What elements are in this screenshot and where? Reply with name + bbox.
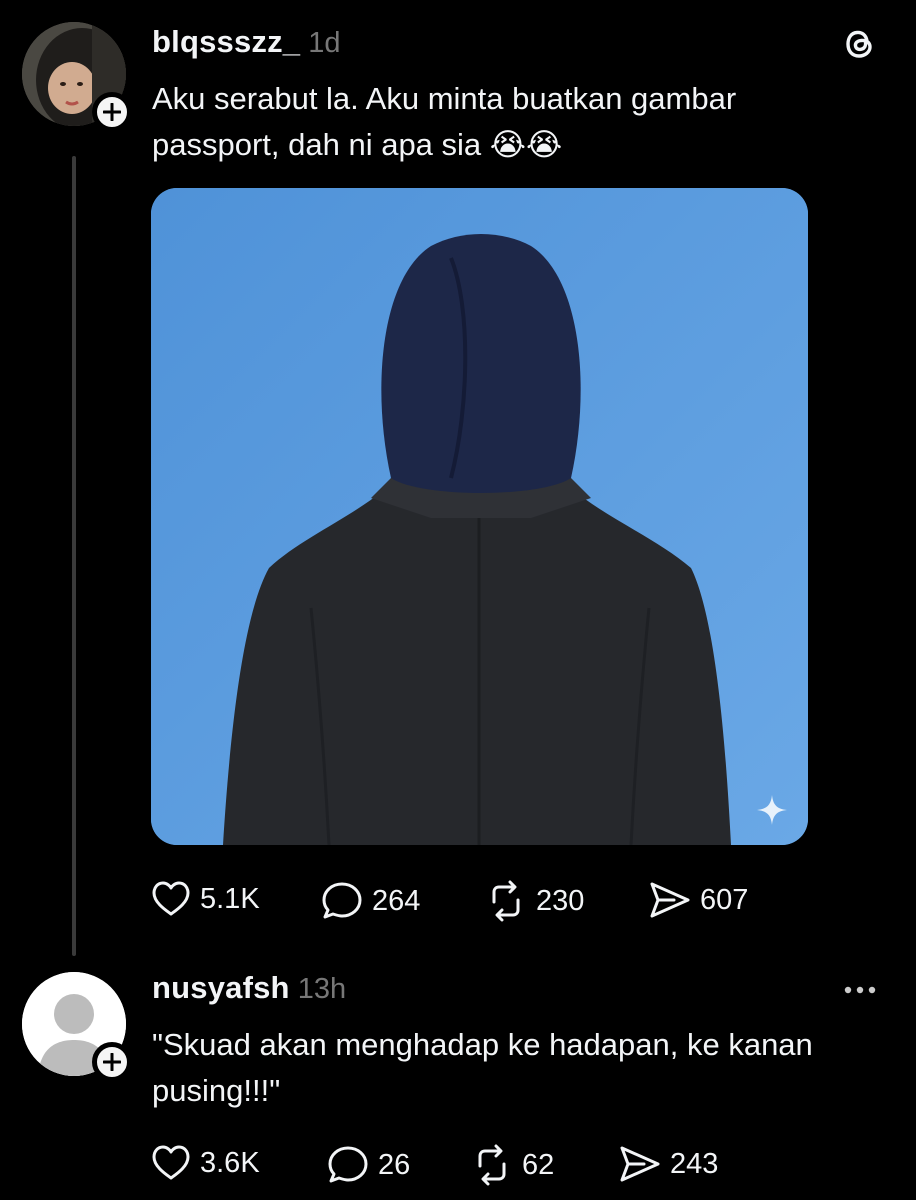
send-icon xyxy=(650,882,690,918)
plus-icon xyxy=(103,1053,121,1071)
comment-count: 26 xyxy=(378,1148,411,1181)
reply-timestamp: 13h xyxy=(297,973,347,1005)
follow-button[interactable] xyxy=(92,1042,132,1082)
more-dots-icon[interactable] xyxy=(840,976,880,1004)
comment-bubble-icon xyxy=(328,1146,368,1183)
heart-icon xyxy=(152,881,190,916)
repost-icon xyxy=(492,880,520,922)
send-icon xyxy=(620,1146,660,1182)
post-username[interactable]: blqssszz_ xyxy=(152,24,300,59)
reply-actions: 3.6K 26 62 243 xyxy=(150,1144,850,1186)
repost-button[interactable]: 62 xyxy=(470,1144,554,1186)
comment-button[interactable]: 264 xyxy=(320,880,420,922)
repost-count: 230 xyxy=(536,884,585,917)
comment-bubble-icon xyxy=(322,882,362,919)
heart-icon xyxy=(152,1145,190,1180)
comment-button[interactable]: 26 xyxy=(326,1144,410,1186)
plus-icon xyxy=(103,103,121,121)
post-timestamp: 1d xyxy=(308,27,341,59)
thread-connector-line xyxy=(72,156,76,956)
repost-icon xyxy=(478,1144,506,1186)
reply-username[interactable]: nusyafsh xyxy=(152,970,290,1005)
like-count: 3.6K xyxy=(200,1146,260,1179)
post-actions: 5.1K 264 230 607 xyxy=(150,880,850,922)
like-button[interactable]: 3.6K xyxy=(150,1144,260,1182)
like-button[interactable]: 5.1K xyxy=(150,880,260,918)
share-count: 607 xyxy=(700,883,749,916)
share-button[interactable]: 607 xyxy=(648,880,748,920)
share-button[interactable]: 243 xyxy=(618,1144,718,1184)
share-count: 243 xyxy=(670,1147,719,1180)
threads-logo-icon[interactable] xyxy=(840,24,880,64)
post-header: blqssszz_ 1d xyxy=(152,24,341,60)
repost-button[interactable]: 230 xyxy=(484,880,584,922)
repost-count: 62 xyxy=(522,1148,555,1181)
reply-text: "Skuad akan menghadap ke hadapan, ke kan… xyxy=(152,1027,813,1108)
post-text: Aku serabut la. Aku minta buatkan gambar… xyxy=(152,81,737,162)
post-image[interactable] xyxy=(151,188,808,845)
follow-button[interactable] xyxy=(92,92,132,132)
like-count: 5.1K xyxy=(200,882,260,915)
reply-header: nusyafsh 13h xyxy=(152,970,346,1006)
comment-count: 264 xyxy=(372,884,421,917)
sparkle-icon xyxy=(757,795,787,825)
